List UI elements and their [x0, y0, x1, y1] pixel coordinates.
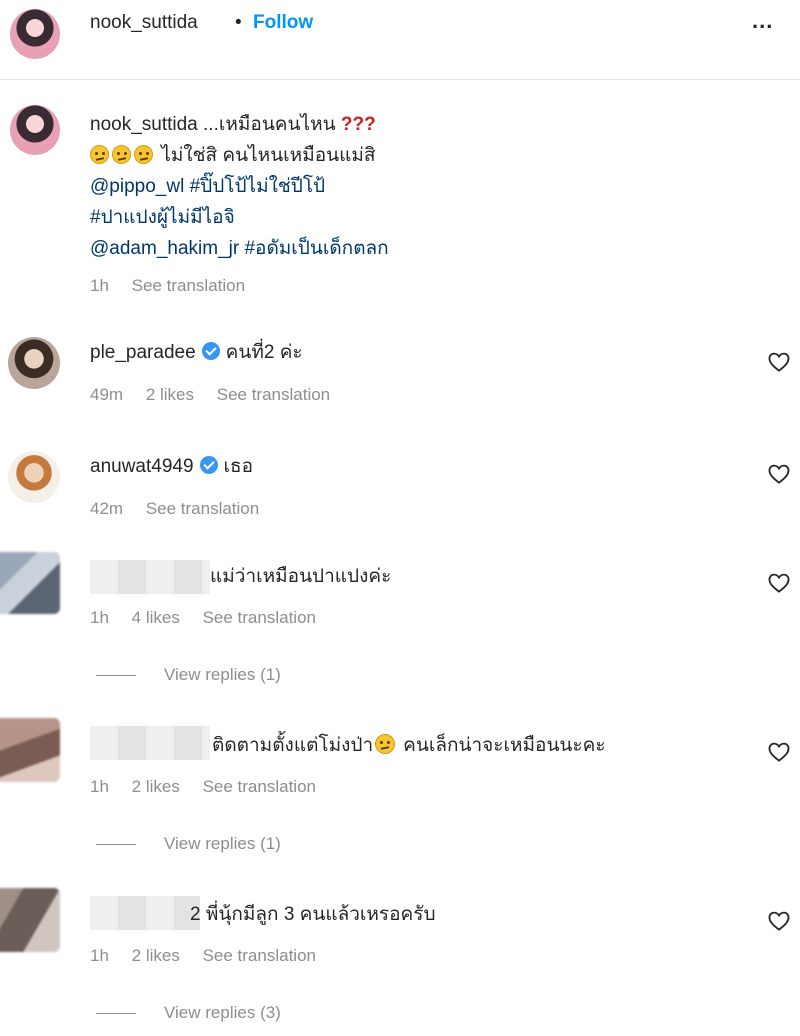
- caption-username[interactable]: nook_suttida: [90, 114, 198, 135]
- replies-divider: [96, 1013, 136, 1015]
- view-replies-label: View replies (3): [164, 1003, 281, 1022]
- confused-face-emoji-icon: [90, 145, 109, 164]
- caption-line-4: #ปาแปงผู้ไม่มีไอจิ: [90, 205, 235, 230]
- heart-icon[interactable]: [768, 352, 790, 372]
- comment-text: 2 พี่นุ้กมีลูก 3 คนแล้วเหรอครับ: [190, 904, 436, 925]
- comment-avatar[interactable]: [0, 552, 60, 614]
- comment-likes[interactable]: 2 likes: [132, 946, 180, 965]
- verified-badge-icon: [199, 456, 218, 474]
- laughing-emoji-icon: [375, 734, 396, 754]
- hashtag-1[interactable]: #ปิ๊ปโป้ไม่ใช่ปีโป้: [190, 176, 326, 197]
- verified-badge-icon: [201, 342, 220, 360]
- caption-line-5: @adam_hakim_jr #อดัมเป็นเด็กตลก: [90, 236, 389, 261]
- comment-text: คนที่2 ค่ะ: [225, 342, 303, 363]
- comment-text: แม่ว่าเหมือนปาแปงค่ะ: [210, 566, 392, 587]
- comment-see-translation[interactable]: See translation: [203, 777, 316, 796]
- comment-see-translation[interactable]: See translation: [203, 946, 316, 965]
- comment-see-translation[interactable]: See translation: [146, 499, 259, 518]
- caption-time[interactable]: 1h: [90, 276, 109, 295]
- view-replies-label: View replies (1): [164, 834, 281, 853]
- comment-meta: 42m See translation: [90, 499, 277, 519]
- comment-text: ติดตามตั้งแต่โม่งป่า: [212, 735, 374, 756]
- comment-line: ple_paradee คนที่2 ค่ะ: [90, 340, 303, 365]
- more-options-icon[interactable]: ...: [752, 8, 773, 34]
- comment-username[interactable]: ple_paradee: [90, 342, 196, 363]
- comment-meta: 1h 2 likes See translation: [90, 946, 334, 966]
- comment-line: ติดตามตั้งแต่โม่งป่า คนเล็กน่าจะเหมือนนะค…: [212, 733, 606, 758]
- hashtag-2[interactable]: #ปาแปงผู้ไม่มีไอจิ: [90, 207, 235, 228]
- comment-time[interactable]: 49m: [90, 385, 123, 404]
- heart-icon[interactable]: [768, 573, 790, 593]
- confused-face-emoji-icon: [134, 145, 153, 164]
- comment-avatar[interactable]: [8, 337, 60, 389]
- comment-avatar[interactable]: [8, 451, 60, 503]
- comment-avatar[interactable]: [0, 888, 60, 952]
- comment-meta: 49m 2 likes See translation: [90, 385, 348, 405]
- question-marks: ???: [340, 114, 376, 135]
- comment-time[interactable]: 42m: [90, 499, 123, 518]
- comment-likes[interactable]: 2 likes: [132, 777, 180, 796]
- caption-text-1: ...เหมือนคนไหน: [203, 114, 336, 135]
- caption-line-1: nook_suttida ...เหมือนคนไหน ???: [90, 112, 376, 137]
- caption-line-2: ไม่ใช่สิ คนไหนเหมือนแม่สิ: [90, 143, 376, 168]
- comment-meta: 1h 2 likes See translation: [90, 777, 334, 797]
- blurred-username[interactable]: [90, 726, 210, 760]
- caption-see-translation[interactable]: See translation: [132, 276, 245, 295]
- comment-meta: 1h 4 likes See translation: [90, 608, 334, 628]
- heart-icon[interactable]: [768, 742, 790, 762]
- view-replies-button[interactable]: View replies (3): [96, 1003, 281, 1023]
- caption-meta: 1h See translation: [90, 276, 263, 296]
- view-replies-button[interactable]: View replies (1): [96, 665, 281, 685]
- blurred-username[interactable]: [90, 896, 200, 930]
- view-replies-button[interactable]: View replies (1): [96, 834, 281, 854]
- post-header: nook_suttida • Follow ...: [0, 0, 800, 80]
- caption-text-2: ไม่ใช่สิ คนไหนเหมือนแม่สิ: [161, 145, 376, 166]
- comment-time[interactable]: 1h: [90, 608, 109, 627]
- owner-avatar[interactable]: [10, 9, 60, 59]
- comment-time[interactable]: 1h: [90, 946, 109, 965]
- mention-adam[interactable]: @adam_hakim_jr: [90, 238, 239, 259]
- confused-face-emoji-icon: [112, 145, 131, 164]
- comment-text: เธอ: [223, 456, 254, 477]
- comment-line: anuwat4949 เธอ: [90, 454, 253, 479]
- comment-avatar[interactable]: [0, 718, 60, 782]
- caption-avatar[interactable]: [10, 105, 60, 155]
- hashtag-3[interactable]: #อดัมเป็นเด็กตลก: [244, 238, 388, 259]
- header-username[interactable]: nook_suttida: [90, 12, 198, 34]
- replies-divider: [96, 675, 136, 677]
- comment-see-translation[interactable]: See translation: [217, 385, 330, 404]
- heart-icon[interactable]: [768, 464, 790, 484]
- comment-time[interactable]: 1h: [90, 777, 109, 796]
- caption-line-3: @pippo_wl #ปิ๊ปโป้ไม่ใช่ปีโป้: [90, 174, 325, 199]
- header-separator: •: [235, 12, 242, 33]
- comment-see-translation[interactable]: See translation: [203, 608, 316, 627]
- follow-button[interactable]: Follow: [253, 12, 313, 34]
- view-replies-label: View replies (1): [164, 665, 281, 684]
- replies-divider: [96, 844, 136, 846]
- comment-text-after: คนเล็กน่าจะเหมือนนะคะ: [403, 735, 606, 756]
- mention-pippo[interactable]: @pippo_wl: [90, 176, 184, 197]
- comment-likes[interactable]: 4 likes: [132, 608, 180, 627]
- blurred-username[interactable]: [90, 560, 210, 594]
- comment-likes[interactable]: 2 likes: [146, 385, 194, 404]
- heart-icon[interactable]: [768, 911, 790, 931]
- comment-username[interactable]: anuwat4949: [90, 456, 194, 477]
